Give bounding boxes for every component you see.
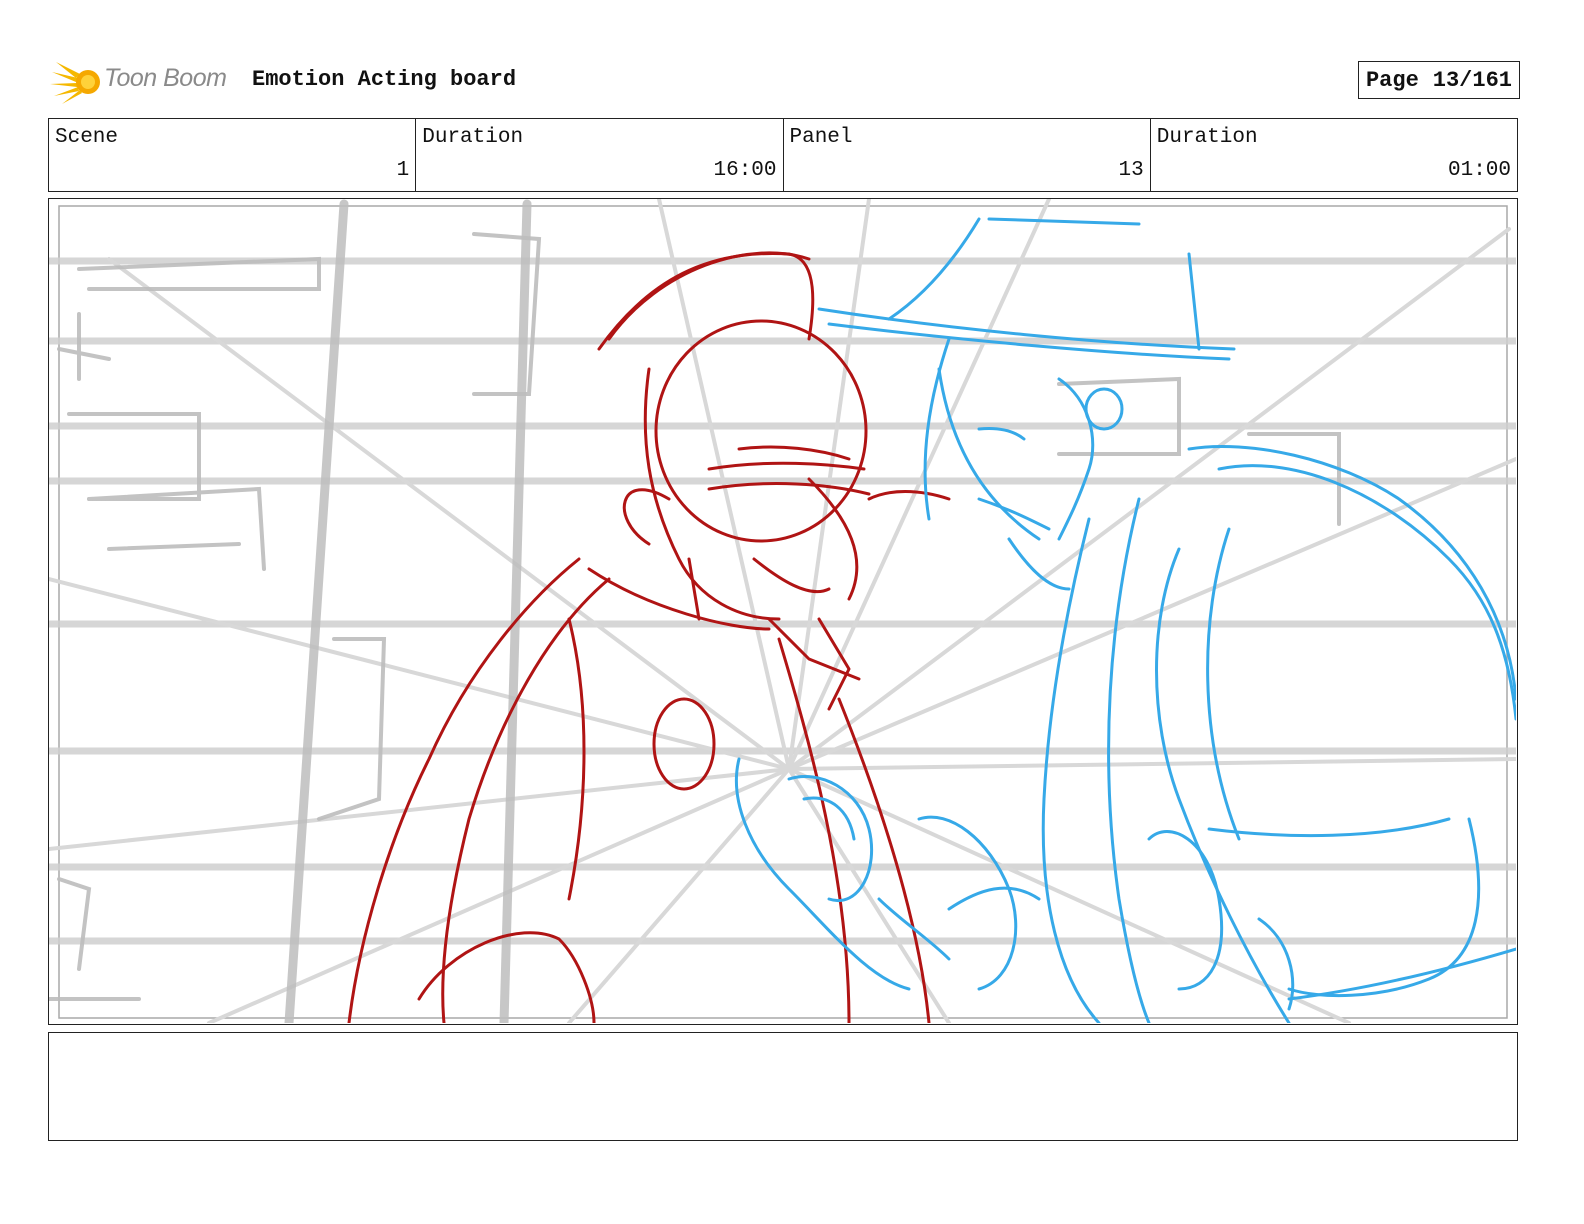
background-layout-lines [49,257,1516,945]
page-indicator: Page 13/161 [1357,61,1520,99]
panel-cell: Panel 13 [784,119,1151,191]
scene-cell: Scene 1 [49,119,417,191]
panel-duration-label: Duration [1156,126,1258,149]
board-title: Emotion Acting board [252,67,517,92]
page-label: Page [1365,67,1419,93]
panel-label: Panel [789,126,853,149]
panel-value: 13 [1118,159,1144,182]
panel-duration-cell: Duration 01:00 [1151,119,1517,191]
storyboard-panel [48,198,1518,1025]
toon-boom-logo: Toon Boom [50,56,240,106]
panel-safe-frame [58,205,1508,1019]
info-table: Scene 1 Duration 16:00 Panel 13 Duration… [48,118,1518,192]
page-number: 13/161 [1432,67,1512,93]
panel-notes-box[interactable] [48,1032,1518,1141]
toon-boom-logo-icon [50,62,100,104]
panel-duration-value: 01:00 [1447,159,1511,182]
logo-text: Toon Boom [104,64,227,92]
board-header: Toon Boom Emotion Acting board Page 13/1… [48,56,1520,106]
panel-sketch [49,199,1516,1023]
character-left-sketch [347,251,951,1023]
scene-duration-label: Duration [422,126,524,149]
scene-duration-value: 16:00 [713,159,777,182]
scene-value: 1 [396,159,410,182]
scene-label: Scene [55,126,119,149]
scene-duration-cell: Duration 16:00 [416,119,784,191]
